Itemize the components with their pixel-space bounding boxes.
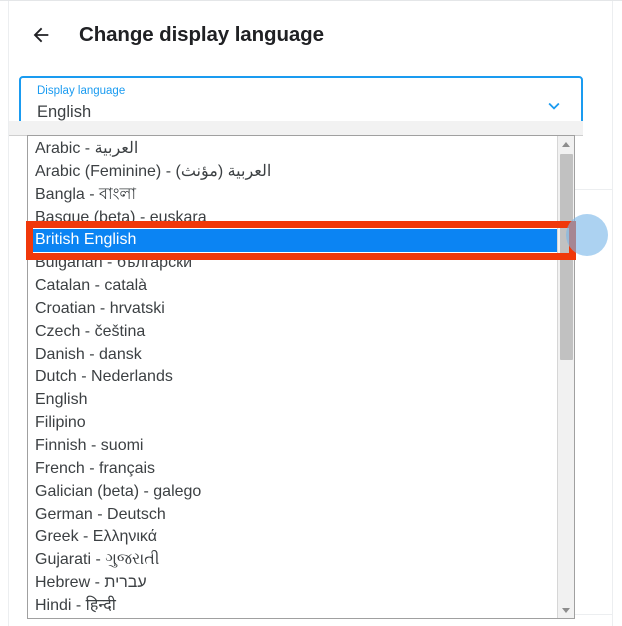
option-item[interactable]: Finnish - suomi	[28, 435, 558, 458]
option-item[interactable]: Bangla - বাংলা	[28, 184, 558, 207]
option-item[interactable]: Hindi - हिन्दी	[28, 595, 558, 618]
back-arrow-icon	[30, 24, 52, 46]
option-item[interactable]: Basque (beta) - euskara	[28, 207, 558, 230]
option-item[interactable]: Czech - čeština	[28, 321, 558, 344]
scroll-up-arrow-icon[interactable]	[558, 136, 574, 152]
option-item[interactable]: Arabic (Feminine) - العربية (مؤنث)	[28, 161, 558, 184]
option-item[interactable]: Greek - Ελληνικά	[28, 526, 558, 549]
display-language-select-label: Display language	[37, 85, 126, 97]
option-item[interactable]: Catalan - català	[28, 275, 558, 298]
back-button[interactable]	[25, 19, 57, 51]
display-language-option-popup[interactable]: Arabic - العربية Arabic (Feminine) - العر…	[27, 135, 575, 619]
chevron-down-icon[interactable]	[541, 93, 567, 119]
card-left-edge	[8, 1, 9, 626]
option-item[interactable]: Filipino	[28, 412, 558, 435]
page-title: Change display language	[79, 23, 324, 46]
option-item[interactable]: Arabic - العربية	[28, 138, 558, 161]
option-list: Arabic - العربية Arabic (Feminine) - العر…	[28, 136, 558, 619]
card-right-edge	[612, 1, 613, 626]
option-item[interactable]: Gujarati - ગુજરાતી	[28, 549, 558, 572]
option-item[interactable]: Bulgarian - български	[28, 252, 558, 275]
option-item[interactable]: English	[28, 389, 558, 412]
option-item[interactable]: German - Deutsch	[28, 504, 558, 527]
option-item[interactable]: Danish - dansk	[28, 344, 558, 367]
option-item[interactable]: Croatian - hrvatski	[28, 298, 558, 321]
option-popup-scrollbar[interactable]	[557, 136, 574, 618]
option-item[interactable]: Galician (beta) - galego	[28, 481, 558, 504]
option-item[interactable]: French - français	[28, 458, 558, 481]
option-item[interactable]: British English	[28, 229, 558, 253]
screen: Change display language Display language…	[0, 0, 622, 626]
scrollbar-thumb[interactable]	[560, 154, 573, 360]
page-header: Change display language	[9, 1, 612, 67]
select-popup-underlay	[9, 121, 583, 136]
option-item[interactable]: Hungarian - magyar	[28, 618, 558, 619]
scroll-down-arrow-icon[interactable]	[558, 602, 574, 618]
option-item[interactable]: Hebrew - עברית	[28, 572, 558, 595]
option-item[interactable]: Dutch - Nederlands	[28, 366, 558, 389]
